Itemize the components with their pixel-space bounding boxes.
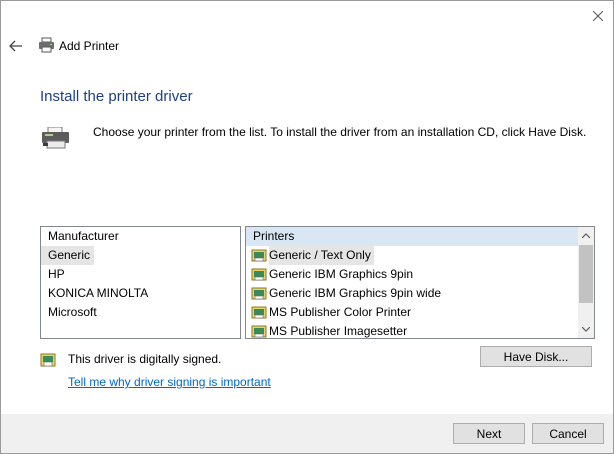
printer-item[interactable]: MS Publisher Imagesetter bbox=[246, 322, 594, 338]
scroll-down-button[interactable] bbox=[578, 321, 594, 338]
page-title: Install the printer driver bbox=[40, 88, 193, 105]
manufacturer-item[interactable]: Generic bbox=[41, 246, 94, 265]
printer-item-label: Generic IBM Graphics 9pin bbox=[269, 267, 414, 281]
printer-item[interactable]: Generic IBM Graphics 9pin bbox=[246, 265, 594, 284]
manufacturer-list[interactable]: Manufacturer Generic HP KONICA MINOLTA M… bbox=[40, 226, 241, 339]
scroll-down-icon bbox=[582, 327, 590, 332]
back-button[interactable] bbox=[7, 37, 25, 55]
driver-signing-link[interactable]: Tell me why driver signing is important bbox=[68, 375, 271, 389]
manufacturer-item[interactable]: Microsoft bbox=[41, 303, 240, 322]
printer-list[interactable]: Printers Generic / Text Only Generic IBM… bbox=[245, 226, 595, 339]
printer-item[interactable]: MS Publisher Color Printer bbox=[246, 303, 594, 322]
printer-driver-icon bbox=[251, 287, 267, 299]
scroll-up-button[interactable] bbox=[578, 227, 594, 244]
printer-list-scrollbar[interactable] bbox=[578, 227, 594, 338]
manufacturer-item[interactable]: KONICA MINOLTA bbox=[41, 284, 240, 303]
manufacturer-item[interactable]: HP bbox=[41, 265, 240, 284]
close-button[interactable] bbox=[583, 3, 613, 29]
printer-item-label: Generic / Text Only bbox=[269, 246, 374, 265]
printer-install-icon bbox=[42, 127, 69, 149]
scroll-thumb[interactable] bbox=[579, 245, 593, 303]
printers-header: Printers bbox=[246, 227, 578, 246]
add-printer-window: Add Printer Install the printer driver C… bbox=[0, 0, 614, 454]
cancel-button[interactable]: Cancel bbox=[532, 423, 604, 444]
printer-item-label: Generic IBM Graphics 9pin wide bbox=[269, 286, 442, 300]
printer-icon bbox=[39, 37, 54, 53]
intro-text: Choose your printer from the list. To in… bbox=[93, 125, 587, 139]
printer-item[interactable]: Generic IBM Graphics 9pin wide bbox=[246, 284, 594, 303]
have-disk-button[interactable]: Have Disk... bbox=[480, 346, 592, 367]
printer-driver-icon bbox=[251, 325, 267, 337]
printer-driver-icon bbox=[251, 249, 267, 261]
printer-item[interactable]: Generic / Text Only bbox=[246, 246, 594, 265]
printer-driver-icon bbox=[251, 268, 267, 280]
signing-status: This driver is digitally signed. bbox=[68, 352, 222, 366]
signed-driver-icon bbox=[40, 353, 56, 367]
manufacturer-header: Manufacturer bbox=[48, 229, 119, 243]
window-title: Add Printer bbox=[59, 39, 120, 53]
back-arrow-icon bbox=[9, 40, 22, 52]
printer-item-label: MS Publisher Color Printer bbox=[269, 305, 412, 319]
printer-item-label: MS Publisher Imagesetter bbox=[269, 324, 408, 338]
scroll-up-icon bbox=[582, 233, 590, 238]
close-icon bbox=[593, 11, 603, 21]
printer-driver-icon bbox=[251, 306, 267, 318]
next-button[interactable]: Next bbox=[453, 423, 525, 444]
